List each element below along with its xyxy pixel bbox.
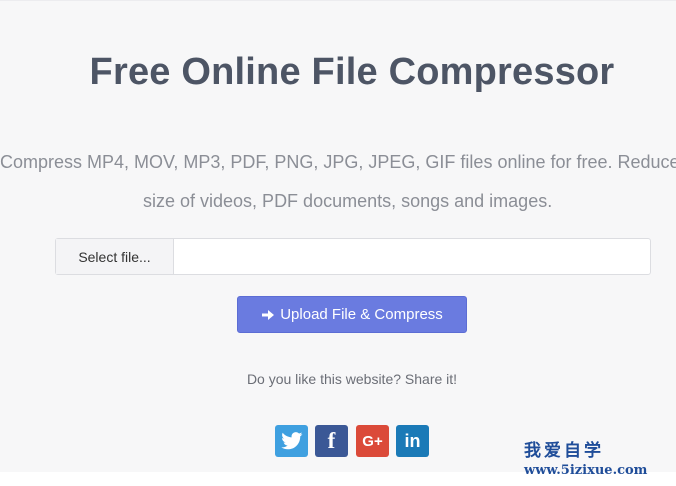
description-line-2: size of videos, PDF documents, songs and…: [143, 191, 553, 211]
select-file-button[interactable]: Select file...: [56, 239, 174, 274]
upload-compress-button[interactable]: Upload File & Compress: [237, 296, 467, 333]
twitter-icon: [280, 432, 302, 450]
google-plus-icon: G+: [362, 432, 383, 450]
google-plus-share-button[interactable]: G+: [356, 425, 389, 457]
file-path-field[interactable]: [174, 239, 650, 274]
arrow-right-icon: [262, 309, 275, 320]
facebook-share-button[interactable]: f: [315, 425, 348, 457]
file-input-group: Select file...: [55, 238, 651, 275]
main-panel: Free Online File Compressor Compress MP4…: [0, 0, 676, 472]
description-line-1: Compress MP4, MOV, MP3, PDF, PNG, JPG, J…: [0, 152, 676, 172]
linkedin-share-button[interactable]: in: [396, 425, 429, 457]
share-prompt: Do you like this website? Share it!: [246, 371, 458, 387]
watermark-chinese-text: 我爱自学: [524, 441, 604, 461]
facebook-icon: f: [327, 428, 336, 453]
linkedin-icon: in: [404, 430, 421, 451]
watermark-url: www.5izixue.com: [524, 463, 648, 478]
page-title: Free Online File Compressor: [89, 51, 615, 93]
twitter-share-button[interactable]: [275, 425, 308, 457]
upload-button-label: Upload File & Compress: [280, 306, 443, 323]
